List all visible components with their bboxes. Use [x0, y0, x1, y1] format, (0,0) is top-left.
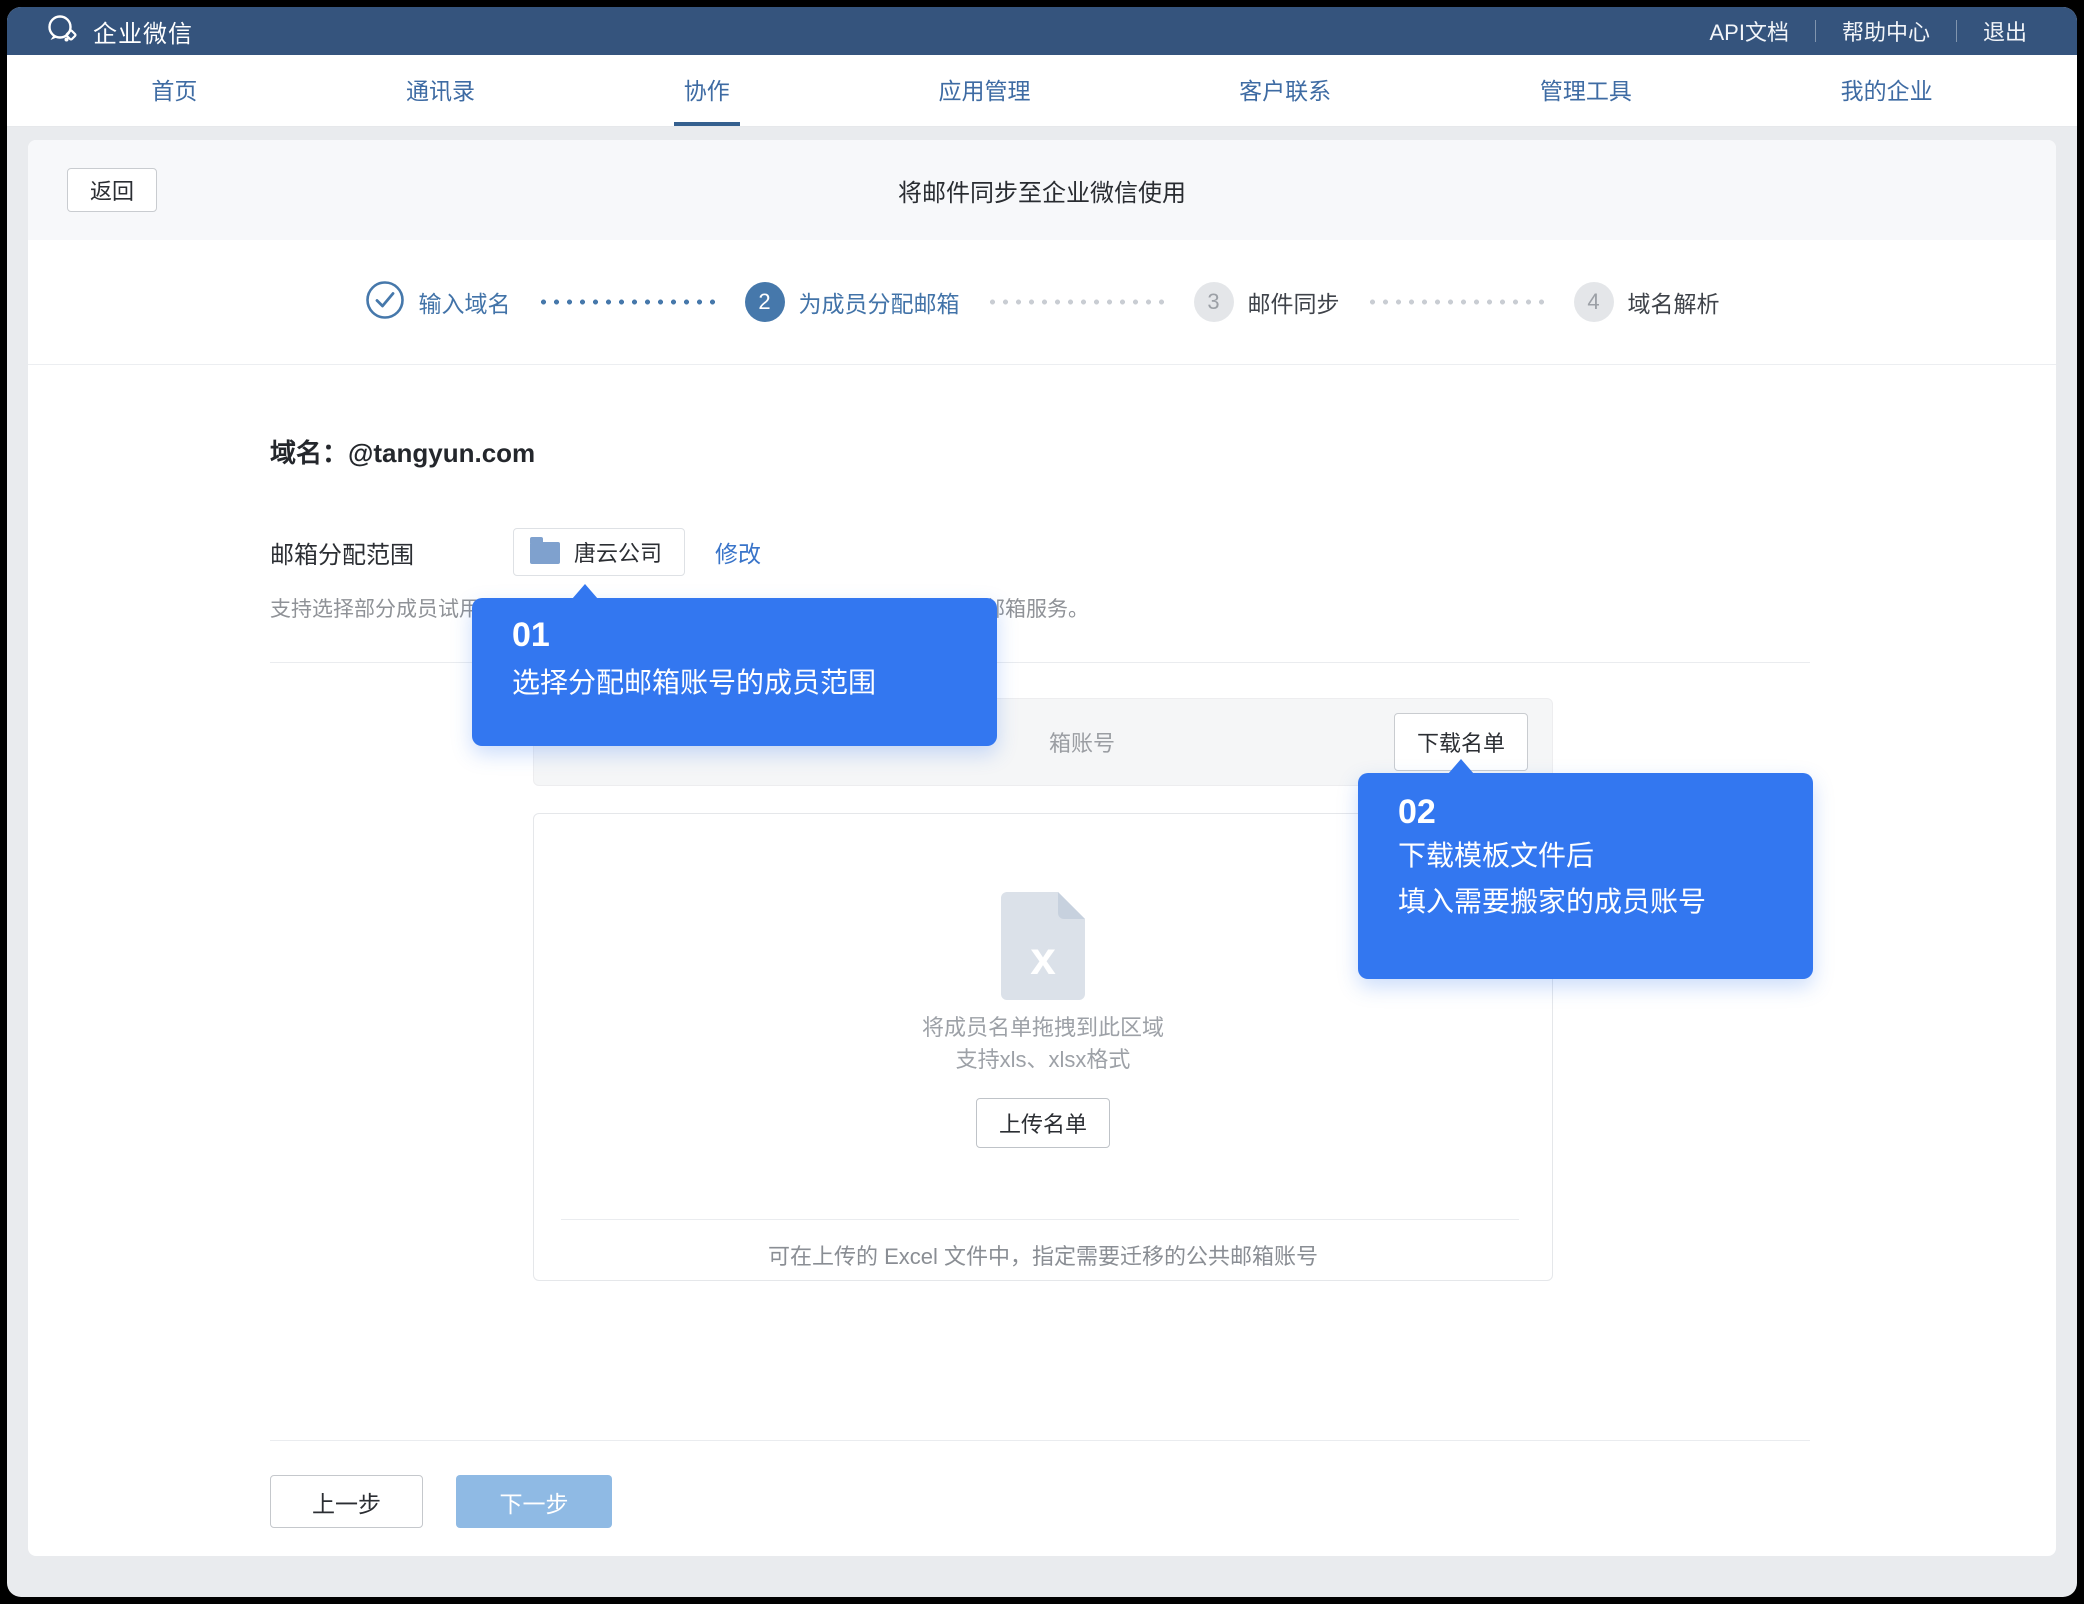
tooltip-01-text: 选择分配邮箱账号的成员范围 — [512, 661, 997, 705]
dropzone-hint: 将成员名单拖拽到此区域 支持xls、xlsx格式 — [534, 1012, 1552, 1076]
step-connector — [986, 299, 1168, 305]
excel-file-icon: x — [1001, 892, 1085, 1000]
app-window: 企业微信 API文档 帮助中心 退出 首页 通讯录 协作 应用管理 客户联系 管… — [7, 7, 2077, 1597]
folder-icon — [530, 542, 560, 564]
tooltip-02-text-line2: 填入需要搬家的成员账号 — [1398, 880, 1813, 924]
dropzone-hint-line2: 支持xls、xlsx格式 — [534, 1044, 1552, 1076]
nav-item-contacts[interactable]: 通讯录 — [396, 55, 485, 126]
step-4-number: 4 — [1574, 282, 1614, 322]
main-nav: 首页 通讯录 协作 应用管理 客户联系 管理工具 我的企业 — [7, 55, 2077, 127]
topbar: 企业微信 API文档 帮助中心 退出 — [7, 7, 2077, 55]
nav-item-customer-contact[interactable]: 客户联系 — [1229, 55, 1341, 126]
step-connector — [1366, 299, 1548, 305]
step-indicator: 输入域名 2 为成员分配邮箱 3 邮件同步 4 域名解析 — [28, 240, 2056, 365]
excel-note: 可在上传的 Excel 文件中，指定需要迁移的公共邮箱账号 — [534, 1239, 1552, 1271]
wizard-footer: 上一步 下一步 — [270, 1475, 1810, 1528]
nav-item-app-management[interactable]: 应用管理 — [928, 55, 1040, 126]
topbar-separator — [1815, 20, 1816, 42]
next-step-button[interactable]: 下一步 — [456, 1475, 612, 1528]
step-1-check-icon — [365, 280, 405, 325]
nav-item-my-company[interactable]: 我的企业 — [1831, 55, 1943, 126]
step-1-enter-domain: 输入域名 — [365, 280, 511, 325]
brand-name: 企业微信 — [93, 14, 193, 49]
scope-department-chip[interactable]: 唐云公司 — [513, 528, 685, 576]
svg-text:x: x — [1030, 932, 1056, 984]
step-4-domain-resolution: 4 域名解析 — [1574, 282, 1720, 322]
domain-row: 域名：@tangyun.com — [270, 433, 1810, 470]
page-title: 将邮件同步至企业微信使用 — [28, 173, 2056, 208]
scope-label: 邮箱分配范围 — [270, 535, 513, 570]
step-4-label: 域名解析 — [1628, 285, 1720, 319]
dropzone-divider — [561, 1219, 1519, 1220]
help-center-link[interactable]: 帮助中心 — [1842, 15, 1930, 47]
scope-chip-label: 唐云公司 — [574, 536, 662, 568]
step-connector — [537, 299, 719, 305]
step-2-assign-mailbox: 2 为成员分配邮箱 — [745, 282, 960, 322]
back-button[interactable]: 返回 — [67, 168, 157, 212]
nav-item-admin-tools[interactable]: 管理工具 — [1530, 55, 1642, 126]
tooltip-01-number: 01 — [512, 616, 997, 655]
mailbox-scope-row: 邮箱分配范围 唐云公司 修改 — [270, 528, 1810, 576]
tooltip-step-01: 01 选择分配邮箱账号的成员范围 — [472, 598, 997, 746]
step-3-number: 3 — [1194, 282, 1234, 322]
footer-divider — [270, 1440, 1810, 1441]
step-3-mail-sync: 3 邮件同步 — [1194, 282, 1340, 322]
modify-link[interactable]: 修改 — [715, 535, 761, 569]
tooltip-02-number: 02 — [1398, 793, 1813, 832]
step-1-label: 输入域名 — [419, 285, 511, 319]
nav-item-collaboration[interactable]: 协作 — [674, 55, 740, 126]
api-docs-link[interactable]: API文档 — [1710, 15, 1789, 47]
domain-label: 域名： — [270, 438, 348, 468]
upload-list-button[interactable]: 上传名单 — [976, 1098, 1110, 1148]
page-header: 返回 将邮件同步至企业微信使用 — [28, 140, 2056, 240]
brand: 企业微信 — [45, 13, 193, 50]
tooltip-step-02: 02 下载模板文件后 填入需要搬家的成员账号 — [1358, 773, 1813, 979]
step-2-number: 2 — [745, 282, 785, 322]
tooltip-02-text-line1: 下载模板文件后 — [1398, 834, 1813, 878]
logout-link[interactable]: 退出 — [1983, 15, 2027, 47]
topbar-links: API文档 帮助中心 退出 — [1710, 15, 2028, 47]
domain-value: @tangyun.com — [348, 438, 535, 468]
card-content: 域名：@tangyun.com 邮箱分配范围 唐云公司 修改 支持选择部分成员试… — [28, 433, 2056, 1528]
step-3-label: 邮件同步 — [1248, 285, 1340, 319]
nav-item-home[interactable]: 首页 — [141, 55, 207, 126]
dropzone-hint-line1: 将成员名单拖拽到此区域 — [534, 1012, 1552, 1044]
step-2-label: 为成员分配邮箱 — [799, 285, 960, 319]
panel-header-text: 箱账号 — [1049, 726, 1115, 758]
topbar-separator — [1956, 20, 1957, 42]
wework-logo-icon — [45, 13, 81, 50]
previous-step-button[interactable]: 上一步 — [270, 1475, 423, 1528]
